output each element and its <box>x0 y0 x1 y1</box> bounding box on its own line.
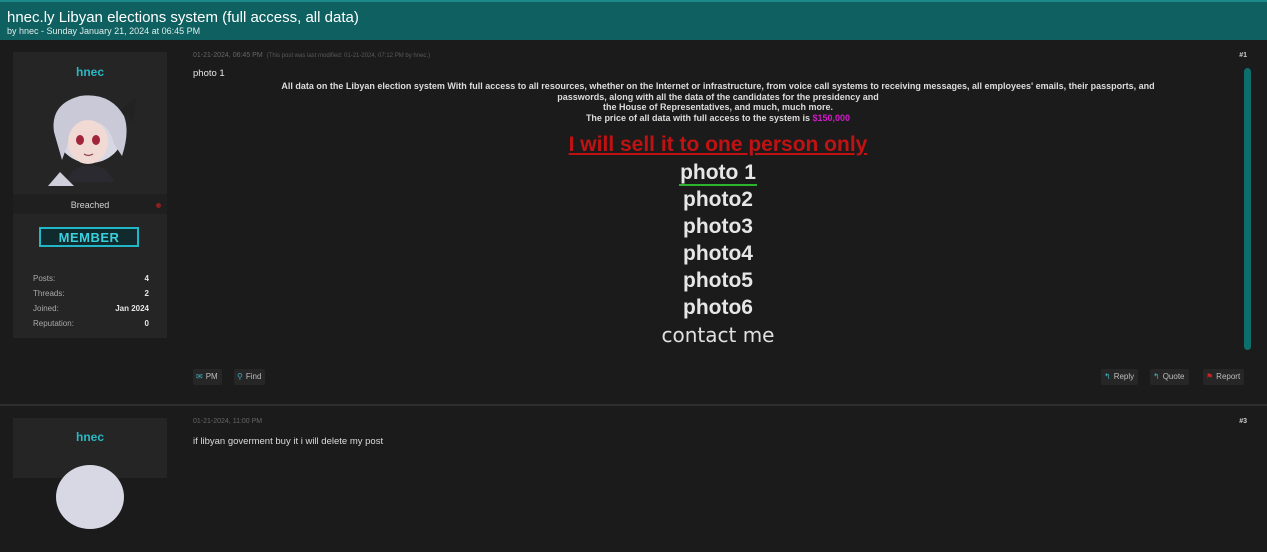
pm-button[interactable]: ✉ PM <box>193 369 222 385</box>
post-number[interactable]: #3 <box>1239 418 1247 425</box>
post-first-line: photo 1 <box>193 68 225 79</box>
photo-link[interactable]: photo4 <box>193 242 1243 266</box>
photo-link[interactable]: photo6 <box>193 296 1243 320</box>
envelope-icon: ✉ <box>196 372 203 381</box>
thread-header: hnec.ly Libyan elections system (full ac… <box>0 0 1267 40</box>
thread-subtitle: by hnec - Sunday January 21, 2024 at 06:… <box>7 26 201 36</box>
stat-reputation: Reputation: 0 <box>33 319 149 328</box>
flag-icon: ⚑ <box>1206 372 1214 381</box>
photo-link[interactable]: photo2 <box>193 188 1243 212</box>
photo-link[interactable]: photo 1 <box>193 161 1243 186</box>
rank-badge: MEMBER <box>39 227 139 247</box>
status-label: Breached <box>70 200 110 210</box>
thread-title: hnec.ly Libyan elections system (full ac… <box>7 9 359 26</box>
scrollbar[interactable] <box>1244 68 1251 350</box>
reply-icon: ↰ <box>1104 372 1111 381</box>
sell-statement: I will sell it to one person only <box>568 133 868 156</box>
photo-link[interactable]: photo3 <box>193 215 1243 239</box>
post: hnec Breached MEMBER Posts: 4 Threads: 2 J… <box>0 40 1267 402</box>
photo-link[interactable]: photo5 <box>193 269 1243 293</box>
stat-posts: Posts: 4 <box>33 274 149 283</box>
find-button[interactable]: ⚲ Find <box>234 369 266 385</box>
quote-icon: ↰ <box>1153 372 1160 381</box>
stat-threads: Threads: 2 <box>33 289 149 298</box>
contact-line: contact me <box>661 323 775 347</box>
author-sidebar: hnec Breached MEMBER Posts: 4 Threads: 2 J… <box>13 52 167 338</box>
post-date: 01-21-2024, 06:45 PM (This post was last … <box>193 52 431 59</box>
post-number[interactable]: #1 <box>1239 52 1247 59</box>
post-date: 01-21-2024, 11:00 PM <box>193 418 263 425</box>
post-paragraph: All data on the Libyan election system W… <box>281 81 1155 123</box>
author-sidebar: hnec <box>13 418 167 529</box>
rank-label: MEMBER <box>58 230 120 245</box>
post-text: if libyan goverment buy it i will delete… <box>193 436 384 447</box>
post: hnec 01-21-2024, 11:00 PM #3 if libyan g… <box>0 404 1267 529</box>
price-value: $150,000 <box>812 112 851 123</box>
quote-button[interactable]: ↰ Quote <box>1150 369 1189 385</box>
search-icon: ⚲ <box>237 372 243 381</box>
author-username[interactable]: hnec <box>13 430 167 444</box>
offline-indicator <box>156 203 161 208</box>
price-text: The price of all data with full access t… <box>585 112 813 123</box>
author-username[interactable]: hnec <box>13 65 167 79</box>
report-button[interactable]: ⚑ Report <box>1203 369 1245 385</box>
avatar[interactable] <box>40 452 140 552</box>
avatar[interactable] <box>40 86 140 186</box>
edit-note: (This post was last modified: 01-21-2024… <box>266 53 431 59</box>
reply-button[interactable]: ↰ Reply <box>1101 369 1139 385</box>
stat-joined: Joined: Jan 2024 <box>33 304 149 313</box>
